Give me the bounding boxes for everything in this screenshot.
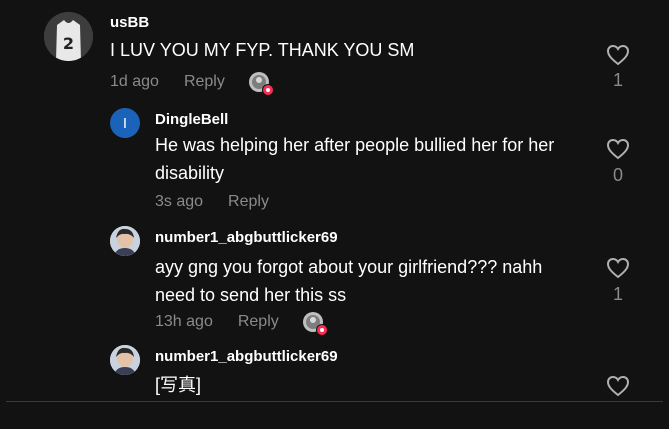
person-photo-icon (110, 345, 140, 375)
heart-icon[interactable] (606, 257, 630, 279)
comment-timestamp: 13h ago (155, 313, 213, 330)
comment-meta: 3s ago Reply (155, 193, 269, 211)
avatar[interactable]: I (110, 108, 140, 138)
comment-username[interactable]: number1_abgbuttlicker69 (155, 348, 338, 365)
comment-meta: 1d ago Reply (110, 72, 274, 96)
comment-text[interactable]: [写真] (155, 371, 355, 399)
reply-button[interactable]: Reply (184, 73, 225, 91)
creator-liked-icon (302, 312, 328, 336)
heart-icon[interactable] (606, 138, 630, 160)
creator-liked-icon (248, 72, 274, 96)
comment-text: He was helping her after people bullied … (155, 135, 555, 183)
comment-timestamp: 1d ago (110, 73, 159, 90)
divider (6, 401, 663, 402)
comment-username[interactable]: number1_abgbuttlicker69 (155, 229, 338, 246)
like-count: 1 (612, 284, 623, 304)
reply-button[interactable]: Reply (238, 313, 279, 331)
reply-button[interactable]: Reply (228, 193, 269, 211)
heart-icon[interactable] (606, 44, 630, 66)
comment-username[interactable]: usBB (110, 14, 149, 31)
comment-username[interactable]: DingleBell (155, 111, 228, 128)
comment-text: ayy gng you forgot about your girlfriend… (155, 257, 543, 305)
jersey-avatar-icon: 2 (44, 12, 93, 61)
avatar[interactable] (110, 345, 140, 375)
svg-text:2: 2 (63, 34, 74, 53)
comment-text: I LUV YOU MY FYP. THANK YOU SM (110, 40, 415, 60)
comment-timestamp: 3s ago (155, 193, 204, 210)
heart-icon[interactable] (606, 375, 630, 397)
like-count: 0 (612, 165, 623, 185)
avatar[interactable] (110, 226, 140, 256)
comment-meta: 13h ago Reply (155, 312, 328, 336)
person-photo-icon (110, 226, 140, 256)
avatar[interactable]: 2 (44, 12, 93, 61)
like-count: 1 (612, 70, 623, 90)
avatar-letter: I (122, 114, 128, 132)
